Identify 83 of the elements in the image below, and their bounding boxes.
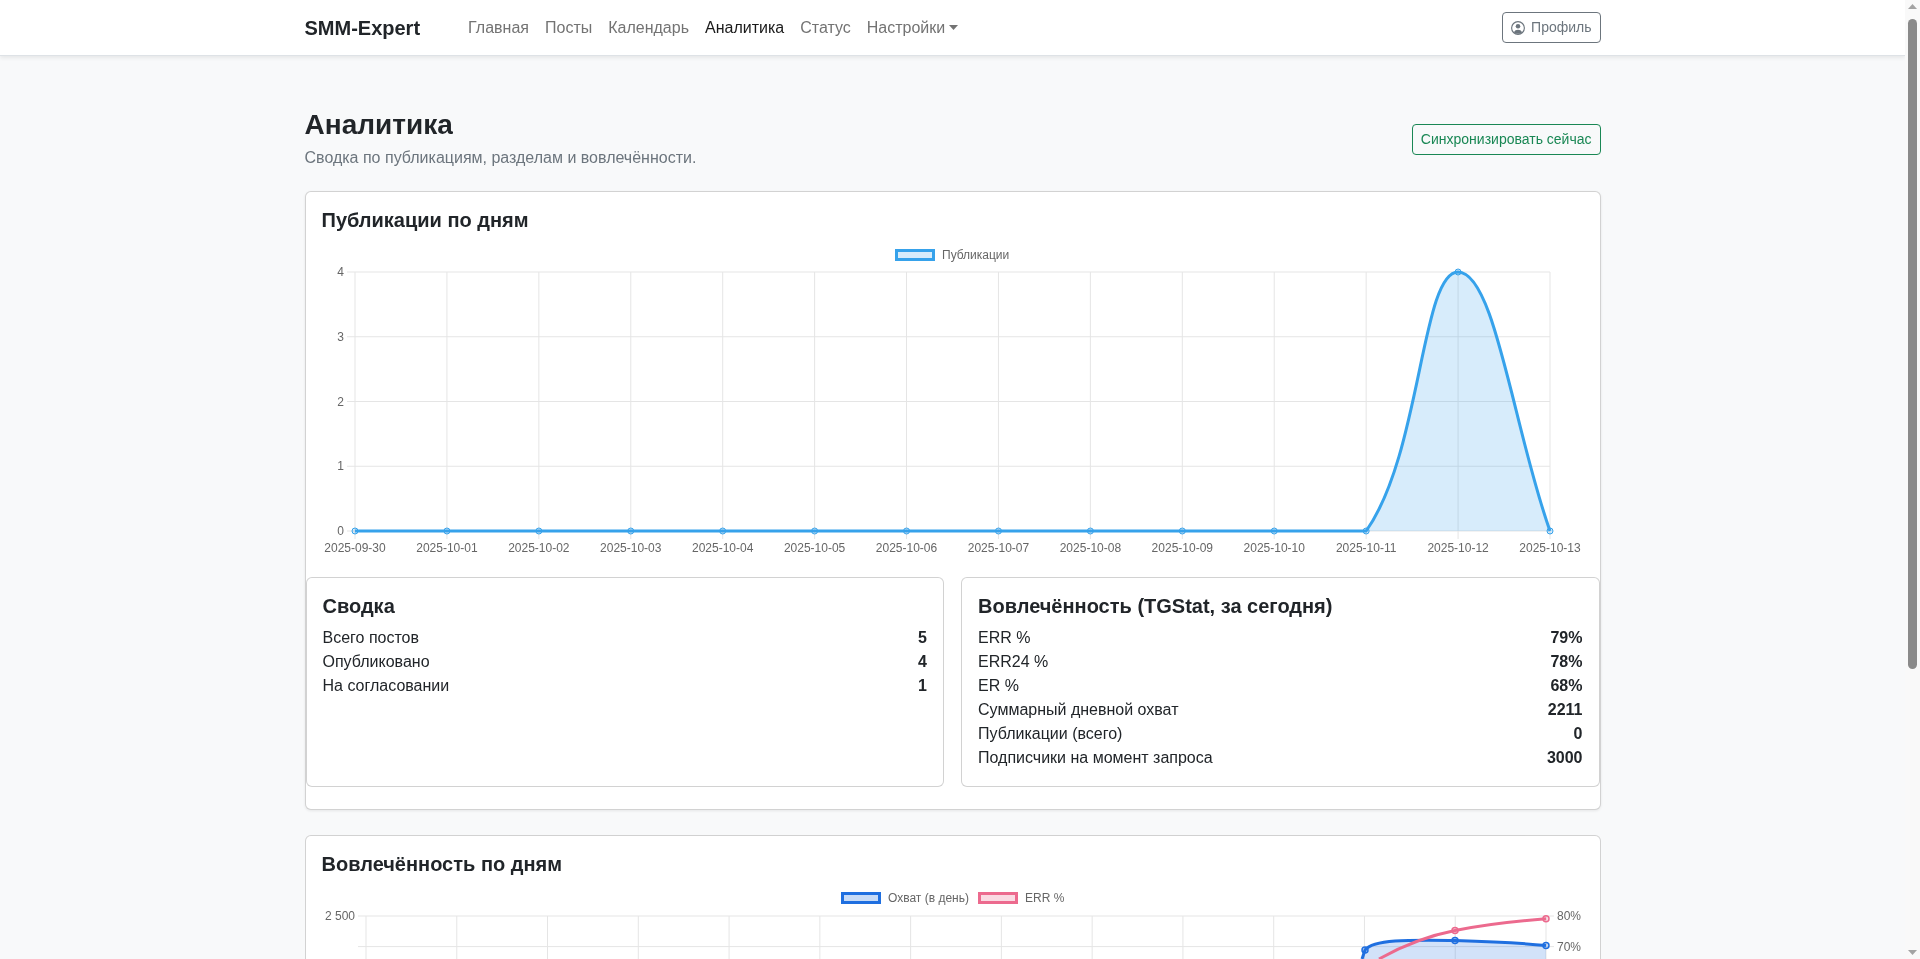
data-point: [994, 527, 1002, 535]
legend-label: Охват (в день): [887, 891, 969, 905]
axis-tick-label: 2025-10-02: [507, 541, 570, 555]
stat-label: Опубликовано: [322, 652, 430, 672]
axis-tick-label: 2025-10-09: [1151, 541, 1213, 555]
axis-tick-label: 70%: [1556, 939, 1581, 954]
axis-tick-label: 2025-10-06: [875, 541, 937, 555]
data-point: [1541, 941, 1550, 950]
card-title: Вовлечённость по дням: [321, 852, 563, 876]
data-point: [1450, 936, 1459, 945]
axis-tick-label: 4: [336, 265, 344, 279]
stat-label: ERR %: [978, 628, 1031, 648]
axis-tick-label: 2025-10-03: [599, 541, 661, 555]
nav-link[interactable]: Аналитика: [697, 15, 793, 40]
stat-value: 1: [918, 676, 927, 696]
axis-tick-label: 2: [336, 394, 344, 409]
axis-tick-label: 2025-10-13: [1518, 541, 1581, 555]
card-title: Вовлечённость (TGStat, за сегодня): [978, 594, 1334, 618]
data-point: [718, 527, 726, 535]
stat-value: 2211: [1547, 700, 1583, 720]
data-point: [1360, 946, 1369, 954]
axis-tick-label: 2025-10-04: [691, 541, 753, 555]
axis-tick-label: 3: [336, 329, 344, 344]
stat-label: Публикации (всего): [978, 724, 1123, 744]
card-title: Сводка: [322, 594, 396, 618]
data-point: [1362, 527, 1370, 535]
axis-tick-label: 2 500: [324, 909, 355, 923]
nav-link[interactable]: Главная: [460, 15, 537, 40]
data-point: [442, 527, 450, 535]
axis-tick-label: 2025-10-01: [415, 541, 478, 555]
nav-link[interactable]: Посты: [537, 15, 601, 40]
stat-value: 78%: [1550, 652, 1583, 672]
up-arrow-icon[interactable]: [1908, 4, 1917, 9]
scrollbar-thumb[interactable]: [1908, 19, 1917, 669]
data-point: [810, 527, 818, 535]
axis-tick-label: 2025-10-12: [1426, 541, 1489, 555]
data-point: [1178, 527, 1186, 535]
axis-tick-label: 2025-10-11: [1335, 541, 1396, 555]
data-point: [1086, 527, 1094, 535]
data-point: [1450, 926, 1459, 935]
axis-tick-label: 2025-10-08: [1059, 541, 1121, 555]
user-icon: [1511, 20, 1526, 35]
down-arrow-icon[interactable]: [1908, 950, 1917, 955]
stat-value: 0: [1573, 724, 1583, 744]
stat-label: Подписчики на момент запроса: [978, 748, 1213, 768]
axis-tick-label: 0: [336, 524, 344, 538]
stat-value: 4: [918, 652, 927, 672]
axis-tick-label: 2025-10-10: [1243, 541, 1305, 555]
sync-button[interactable]: Синхронизировать сейчас: [1411, 123, 1601, 155]
profile-button[interactable]: Профиль: [1502, 12, 1601, 43]
data-point: [1546, 527, 1553, 535]
data-point: [902, 527, 910, 535]
data-point: [1454, 268, 1462, 276]
stat-value: 3000: [1546, 748, 1583, 768]
stat-value: 68%: [1550, 676, 1583, 696]
stat-label: Всего постов: [322, 628, 419, 648]
data-point: [351, 527, 358, 535]
data-point: [1541, 915, 1550, 923]
caret-icon: [949, 25, 959, 30]
axis-tick-label: 2025-10-07: [967, 541, 1029, 555]
stat-value: 79%: [1550, 628, 1583, 648]
page-title: Аналитика: [304, 108, 454, 142]
data-point: [1270, 527, 1278, 535]
stat-label: Суммарный дневной охват: [978, 700, 1179, 720]
legend-label: Публикации: [941, 248, 1009, 262]
stat-label: На согласовании: [322, 676, 450, 696]
stat-label: ER %: [978, 676, 1019, 696]
card-title: Публикации по дням: [321, 208, 530, 232]
axis-tick-label: 1: [336, 459, 344, 474]
axis-tick-label: 80%: [1556, 909, 1581, 923]
stat-label: ERR24 %: [978, 652, 1049, 672]
nav-link[interactable]: Статус: [792, 15, 859, 40]
data-point: [626, 527, 634, 535]
stat-value: 5: [918, 628, 927, 648]
page-subtitle: Сводка по публикациям, разделам и вовлечённости.: [304, 148, 697, 168]
nav-link[interactable]: Календарь: [600, 15, 697, 40]
nav-link[interactable]: Настройки: [858, 15, 967, 40]
legend-label: ERR %: [1024, 891, 1064, 905]
data-point: [534, 527, 542, 535]
axis-tick-label: 2025-09-30: [323, 541, 386, 555]
brand-link[interactable]: SMM-Expert: [304, 12, 421, 43]
axis-tick-label: 2025-10-05: [783, 541, 845, 555]
legend-swatch-icon: [894, 249, 935, 261]
